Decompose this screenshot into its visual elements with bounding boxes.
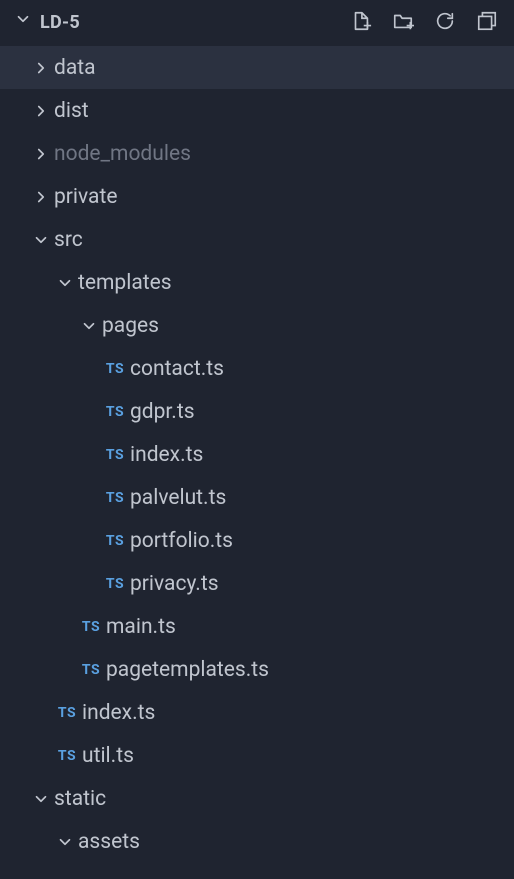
tree-item-label: templates — [78, 271, 172, 295]
tree-file[interactable]: TSportfolio.ts — [0, 519, 514, 562]
tree-file[interactable]: TSmain.ts — [0, 605, 514, 648]
tree-folder[interactable]: pages — [0, 304, 514, 347]
typescript-file-icon: TS — [52, 705, 82, 721]
chevron-right-icon[interactable] — [28, 188, 54, 206]
tree-item-label: private — [54, 185, 117, 209]
tree-folder[interactable]: private — [0, 175, 514, 218]
typescript-file-icon: TS — [100, 404, 130, 420]
tree-file[interactable]: TSpalvelut.ts — [0, 476, 514, 519]
tree-item-label: palvelut.ts — [130, 486, 226, 510]
tree-file[interactable]: TSutil.ts — [0, 734, 514, 777]
typescript-file-icon: TS — [100, 447, 130, 463]
tree-item-label: pages — [102, 314, 159, 338]
tree-item-label: assets — [78, 830, 140, 854]
typescript-file-icon: TS — [100, 576, 130, 592]
tree-item-label: index.ts — [82, 701, 155, 725]
chevron-down-icon[interactable] — [28, 231, 54, 249]
explorer-actions — [348, 8, 506, 37]
new-file-button[interactable] — [348, 8, 374, 37]
chevron-right-icon[interactable] — [28, 59, 54, 77]
chevron-down-icon[interactable] — [52, 833, 78, 851]
new-file-icon — [350, 10, 372, 35]
tree-item-label: pagetemplates.ts — [106, 658, 269, 682]
refresh-icon — [434, 10, 456, 35]
refresh-button[interactable] — [432, 8, 458, 37]
chevron-down-icon[interactable] — [28, 790, 54, 808]
typescript-file-icon: TS — [100, 361, 130, 377]
project-root-toggle[interactable]: LD-5 — [14, 10, 348, 34]
tree-item-label: data — [54, 56, 96, 80]
tree-file[interactable]: TScontact.ts — [0, 347, 514, 390]
tree-file[interactable]: TSindex.ts — [0, 433, 514, 476]
new-folder-icon — [392, 10, 414, 35]
tree-item-label: index.ts — [130, 443, 203, 467]
typescript-file-icon: TS — [52, 748, 82, 764]
explorer-header: LD-5 — [0, 0, 514, 44]
tree-item-label: src — [54, 228, 83, 252]
new-folder-button[interactable] — [390, 8, 416, 37]
typescript-file-icon: TS — [76, 662, 106, 678]
file-tree[interactable]: data dist node_modulesprivate src templates p… — [0, 44, 514, 879]
tree-folder[interactable]: static — [0, 777, 514, 820]
chevron-down-icon — [14, 10, 32, 34]
chevron-right-icon[interactable] — [28, 145, 54, 163]
tree-file[interactable]: TSpagetemplates.ts — [0, 648, 514, 691]
collapse-all-icon — [476, 10, 498, 35]
chevron-right-icon[interactable] — [28, 102, 54, 120]
file-explorer-panel: LD-5 da — [0, 0, 514, 879]
tree-item-label: portfolio.ts — [130, 529, 233, 553]
tree-folder[interactable]: dist — [0, 89, 514, 132]
tree-item-label: node_modules — [54, 142, 191, 166]
tree-item-label: main.ts — [106, 615, 176, 639]
project-name: LD-5 — [40, 12, 80, 33]
tree-file[interactable]: TSprivacy.ts — [0, 562, 514, 605]
tree-item-label: dist — [54, 99, 89, 123]
tree-item-label: privacy.ts — [130, 572, 219, 596]
tree-item-label: gdpr.ts — [130, 400, 195, 424]
typescript-file-icon: TS — [76, 619, 106, 635]
tree-item-label: static — [54, 787, 106, 811]
collapse-all-button[interactable] — [474, 8, 500, 37]
tree-file[interactable]: TSgdpr.ts — [0, 390, 514, 433]
tree-item-label: util.ts — [82, 744, 134, 768]
typescript-file-icon: TS — [100, 490, 130, 506]
tree-folder[interactable]: src — [0, 218, 514, 261]
chevron-down-icon[interactable] — [76, 317, 102, 335]
tree-item-label: contact.ts — [130, 357, 224, 381]
tree-folder[interactable]: assets — [0, 820, 514, 863]
typescript-file-icon: TS — [100, 533, 130, 549]
tree-file[interactable]: TSindex.ts — [0, 691, 514, 734]
chevron-down-icon[interactable] — [52, 274, 78, 292]
tree-folder[interactable]: node_modules — [0, 132, 514, 175]
tree-folder[interactable]: templates — [0, 261, 514, 304]
tree-folder[interactable]: data — [0, 46, 514, 89]
